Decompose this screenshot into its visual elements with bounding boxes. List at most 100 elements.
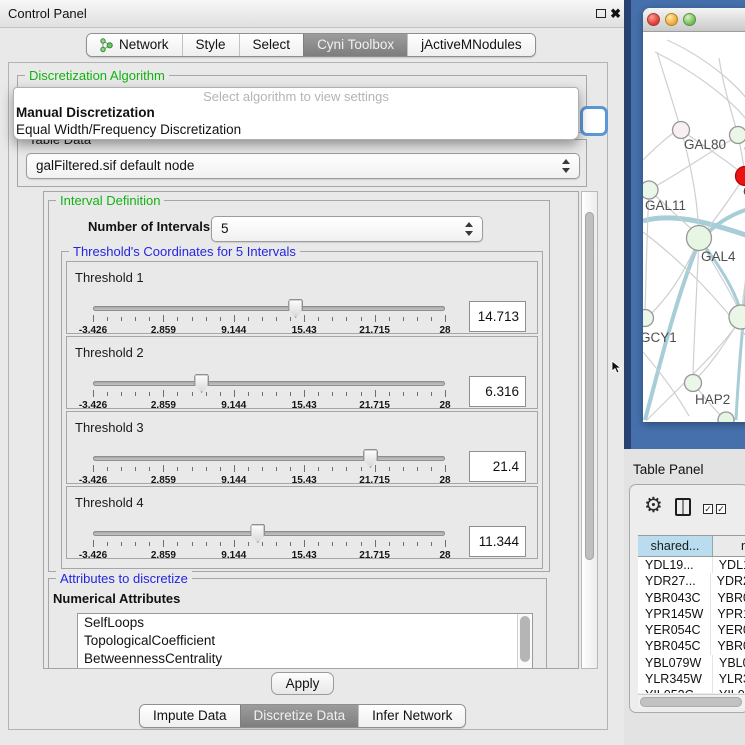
network-window-titlebar[interactable]: [643, 8, 745, 32]
columns-icon[interactable]: [675, 498, 691, 516]
network-node-hap2[interactable]: [685, 375, 702, 392]
table-scrollbar-thumb[interactable]: [640, 697, 742, 707]
threshold-slider[interactable]: -3.4262.8599.14415.4321.71528: [93, 302, 445, 338]
table-cell[interactable]: YPR1: [711, 606, 745, 622]
tab-network[interactable]: Network: [87, 34, 182, 56]
network-node-gal80[interactable]: [673, 122, 690, 139]
table-cell[interactable]: YDL19...: [638, 557, 713, 573]
tab-cyni-toolbox[interactable]: Cyni Toolbox: [303, 34, 407, 56]
checkbox-icon[interactable]: ✓: [716, 504, 726, 514]
table-cell[interactable]: YBL079W: [638, 655, 713, 671]
tab-select[interactable]: Select: [239, 34, 304, 56]
major-tick: [304, 540, 305, 547]
node-table[interactable]: shared...nYDL19...YDL1YDR27...YDR2YBR043…: [638, 535, 745, 693]
table-row[interactable]: YBR043CYBR0: [638, 590, 745, 606]
table-horizontal-scrollbar[interactable]: [638, 694, 745, 708]
slider-track[interactable]: [93, 456, 445, 461]
table-row[interactable]: YBL079WYBL0: [638, 655, 745, 671]
table-cell[interactable]: YDR2: [711, 573, 745, 589]
control-panel-titlebar: Control Panel ✖: [0, 0, 624, 28]
bottom-tab-impute-data[interactable]: Impute Data: [140, 705, 240, 727]
table-row[interactable]: YER054CYER0: [638, 622, 745, 638]
threshold-4-box: Threshold 4 -3.4262.8599.14415.4321.7152…: [66, 486, 538, 559]
tick-label: 9.144: [221, 325, 246, 336]
table-row[interactable]: YDR27...YDR2: [638, 573, 745, 589]
table-cell[interactable]: YIL052C: [638, 687, 713, 693]
table-cell[interactable]: YBL0: [713, 655, 745, 671]
table-row[interactable]: YLR345WYLR3: [638, 671, 745, 687]
table-row[interactable]: YBR045CYBR0: [638, 638, 745, 654]
zoom-traffic-light-icon[interactable]: [683, 13, 696, 26]
panel-vertical-scrollbar[interactable]: [581, 191, 598, 669]
network-node-gal11[interactable]: [643, 181, 658, 199]
table-row[interactable]: YPR145WYPR1: [638, 606, 745, 622]
network-window[interactable]: GAL80GACGAL11GAL4GCY1HHAP2: [643, 8, 745, 422]
apply-button[interactable]: Apply: [271, 672, 334, 695]
network-node[interactable]: [718, 412, 734, 422]
table-cell[interactable]: YLR345W: [638, 671, 713, 687]
slider-track[interactable]: [93, 531, 445, 536]
threshold-slider[interactable]: -3.4262.8599.14415.4321.71528: [93, 452, 445, 488]
network-node-gal4[interactable]: [687, 226, 712, 251]
algorithm-combobox[interactable]: [580, 106, 608, 136]
threshold-4-value-field[interactable]: [469, 526, 526, 557]
slider-handle[interactable]: [363, 449, 378, 468]
bottom-tab-infer-network[interactable]: Infer Network: [358, 705, 465, 727]
minimize-traffic-light-icon[interactable]: [665, 13, 678, 26]
network-node-gcy1[interactable]: [643, 310, 654, 327]
table-cell[interactable]: YER0: [711, 622, 745, 638]
network-canvas[interactable]: GAL80GACGAL11GAL4GCY1HHAP2: [643, 32, 745, 422]
slider-handle[interactable]: [194, 374, 209, 393]
number-of-intervals-combobox[interactable]: 5: [211, 216, 483, 242]
slider-handle[interactable]: [250, 524, 265, 543]
network-node-ga[interactable]: [730, 127, 745, 144]
slider-track[interactable]: [93, 306, 445, 311]
table-cell[interactable]: YER054C: [638, 622, 711, 638]
threshold-1-value-field[interactable]: [469, 301, 526, 332]
attributes-list-scrollbar-thumb[interactable]: [520, 616, 530, 662]
threshold-slider[interactable]: -3.4262.8599.14415.4321.71528: [93, 377, 445, 413]
tab-jactivemnodules[interactable]: jActiveMNodules: [407, 34, 535, 56]
threshold-3-value-field[interactable]: [469, 451, 526, 482]
number-of-intervals-label: Number of Intervals: [88, 219, 210, 234]
attribute-item-topologicalcoefficient[interactable]: TopologicalCoefficient: [78, 632, 532, 650]
threshold-label: Threshold 2: [75, 345, 144, 360]
attributes-list-scrollbar[interactable]: [517, 614, 532, 669]
close-traffic-light-icon[interactable]: [647, 13, 660, 26]
attribute-item-selfloops[interactable]: SelfLoops: [78, 614, 532, 632]
settings-scroll-viewport: Interval Definition Number of Intervals …: [43, 191, 579, 669]
network-node-h[interactable]: [729, 305, 745, 329]
tab-style[interactable]: Style: [182, 34, 239, 56]
network-node-label-gcy1: GCY1: [643, 330, 677, 345]
close-window-icon[interactable]: ✖: [610, 5, 621, 23]
table-row[interactable]: YDL19...YDL1: [638, 557, 745, 573]
table-cell[interactable]: YPR145W: [638, 606, 711, 622]
dropdown-option-equal-width-frequency[interactable]: Equal Width/Frequency Discretization: [14, 122, 578, 139]
float-window-icon[interactable]: [596, 9, 606, 18]
bottom-tab-discretize-data[interactable]: Discretize Data: [240, 705, 359, 727]
table-data-combobox[interactable]: galFiltered.sif default node: [26, 153, 580, 179]
table-cell[interactable]: YDL1: [713, 557, 745, 573]
gear-icon[interactable]: ⚙: [644, 494, 663, 518]
checkbox-icon[interactable]: ✓: [703, 504, 713, 514]
table-cell[interactable]: YBR043C: [638, 590, 711, 606]
major-tick: [93, 315, 94, 322]
tab-cyni-toolbox-label: Cyni Toolbox: [317, 34, 394, 56]
table-cell[interactable]: YIL0: [713, 687, 745, 693]
table-cell[interactable]: YBR045C: [638, 638, 711, 654]
threshold-slider[interactable]: -3.4262.8599.14415.4321.71528: [93, 527, 445, 563]
attribute-item-betweennesscentrality[interactable]: BetweennessCentrality: [78, 650, 532, 668]
table-row[interactable]: YIL052CYIL0: [638, 687, 745, 693]
slider-track[interactable]: [93, 381, 445, 386]
table-cell[interactable]: YBR0: [711, 590, 745, 606]
numerical-attributes-list[interactable]: SelfLoopsTopologicalCoefficientBetweenne…: [77, 613, 533, 669]
table-cell[interactable]: YBR0: [711, 638, 745, 654]
slider-handle[interactable]: [288, 299, 303, 318]
table-cell[interactable]: YDR27...: [638, 573, 711, 589]
table-column-header-name[interactable]: n: [713, 536, 745, 556]
threshold-2-value-field[interactable]: [469, 376, 526, 407]
table-column-header-shared-name[interactable]: shared...: [638, 536, 713, 556]
dropdown-option-manual-discretization[interactable]: Manual Discretization: [14, 105, 578, 122]
table-cell[interactable]: YLR3: [713, 671, 745, 687]
panel-scrollbar-thumb[interactable]: [585, 212, 594, 560]
